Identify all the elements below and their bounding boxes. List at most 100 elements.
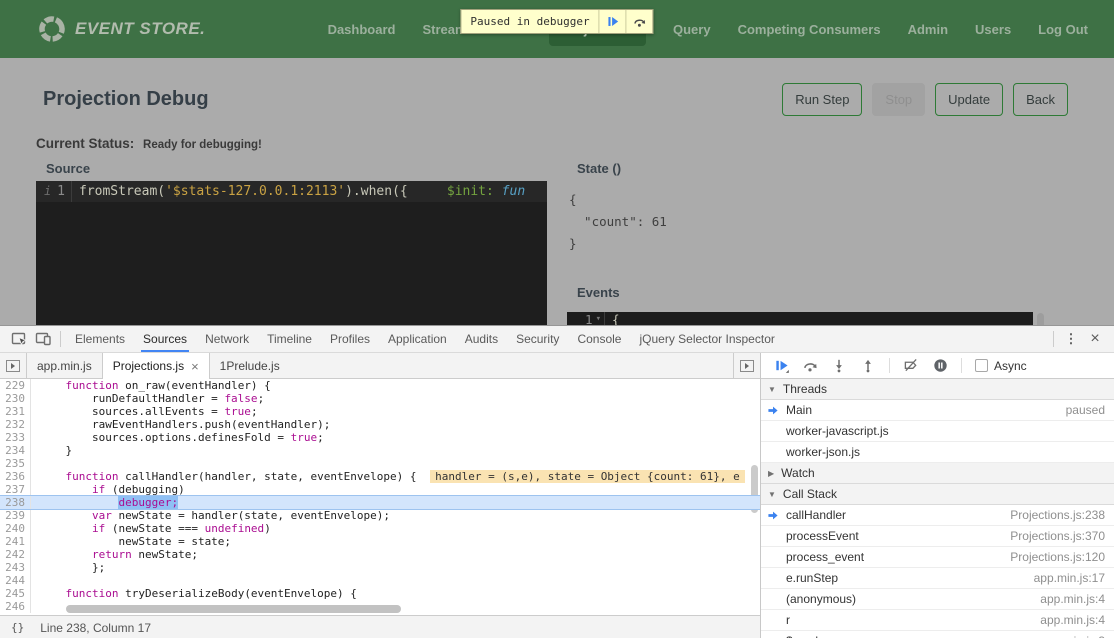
step-over-icon[interactable] xyxy=(802,358,818,374)
code-text: runDefaultHandler = false; xyxy=(31,392,760,405)
line-number[interactable]: 235 xyxy=(0,457,31,470)
code-text: debugger; xyxy=(31,496,760,509)
call-frame-process-event[interactable]: process_eventProjections.js:120 xyxy=(761,547,1114,568)
event-store-logo-icon xyxy=(38,15,66,43)
tab-security[interactable]: Security xyxy=(507,326,568,352)
line-number[interactable]: 229 xyxy=(0,379,31,392)
events-line-number-text: 1 xyxy=(585,312,593,325)
device-toolbar-icon[interactable] xyxy=(31,328,55,350)
deactivate-breakpoints-icon[interactable] xyxy=(903,358,919,374)
async-checkbox[interactable] xyxy=(975,359,988,372)
run-step-button[interactable]: Run Step xyxy=(782,83,862,116)
code-token: var xyxy=(92,509,112,522)
line-number[interactable]: 230 xyxy=(0,392,31,405)
line-number[interactable]: 245 xyxy=(0,587,31,600)
line-number[interactable]: 236 xyxy=(0,470,31,483)
code-text: sources.options.definesFold = true; xyxy=(31,431,760,444)
file-tabs: app.min.js Projections.js×1Prelude.js xyxy=(27,353,290,378)
tab-sources[interactable]: Sources xyxy=(134,326,196,352)
call-frame-each[interactable]: $.eachapp.min.js:3 xyxy=(761,631,1114,638)
code-token: function xyxy=(66,470,119,483)
file-tab-projections-js[interactable]: Projections.js× xyxy=(102,353,210,379)
thread-worker-json-js[interactable]: worker-json.js xyxy=(761,442,1114,463)
watch-section-header[interactable]: ▶ Watch xyxy=(761,463,1114,484)
frame-function: r xyxy=(786,613,1036,627)
code-token: callHandler(handler, state, eventEnvelop… xyxy=(118,470,423,483)
tab-profiles[interactable]: Profiles xyxy=(321,326,379,352)
toolbar-divider xyxy=(889,358,890,373)
nav-item-query[interactable]: Query xyxy=(673,22,711,37)
call-frame-callhandler[interactable]: callHandlerProjections.js:238 xyxy=(761,505,1114,526)
nav-item-competing-consumers[interactable]: Competing Consumers xyxy=(738,22,881,37)
tab-timeline[interactable]: Timeline xyxy=(258,326,321,352)
pause-on-exceptions-icon[interactable] xyxy=(932,358,948,374)
nav-item-admin[interactable]: Admin xyxy=(908,22,948,37)
thread-main[interactable]: Mainpaused xyxy=(761,400,1114,421)
pretty-print-icon[interactable]: {} xyxy=(11,621,24,634)
devtools-menu-icon[interactable]: ⋮ xyxy=(1059,328,1083,350)
step-into-icon[interactable] xyxy=(831,358,847,374)
debugger-sidebar-toggle-icon[interactable] xyxy=(733,353,760,378)
file-tab-1prelude-js[interactable]: 1Prelude.js xyxy=(210,353,290,378)
line-number[interactable]: 231 xyxy=(0,405,31,418)
close-tab-icon[interactable]: × xyxy=(191,360,199,373)
code-token: fromStream( xyxy=(79,184,165,199)
tab-elements[interactable]: Elements xyxy=(66,326,134,352)
tab-audits[interactable]: Audits xyxy=(456,326,507,352)
events-editor[interactable]: 1▾{2 "correlationId": "06302702-9027-446… xyxy=(567,312,1033,325)
code-token xyxy=(39,587,66,600)
code-line-241: 241 newState = state; xyxy=(0,535,760,548)
banner-step-over-icon[interactable] xyxy=(626,10,653,33)
step-out-icon[interactable] xyxy=(860,358,876,374)
horizontal-scrollbar[interactable] xyxy=(66,605,401,613)
line-number[interactable]: 241 xyxy=(0,535,31,548)
inspect-element-icon[interactable] xyxy=(7,328,31,350)
line-number[interactable]: 244 xyxy=(0,574,31,587)
code-token: true xyxy=(224,405,251,418)
line-number[interactable]: 242 xyxy=(0,548,31,561)
file-tab-app-min-js[interactable]: app.min.js xyxy=(27,353,102,378)
browser-page: EVENT STORE. DashboardStream BrowserProj… xyxy=(0,0,1114,325)
nav-item-log-out[interactable]: Log Out xyxy=(1038,22,1088,37)
callstack-section-header[interactable]: ▼ Call Stack xyxy=(761,484,1114,505)
code-line-230: 230 runDefaultHandler = false; xyxy=(0,392,760,405)
events-scrollbar[interactable] xyxy=(1037,313,1044,325)
line-number[interactable]: 239 xyxy=(0,509,31,522)
call-frame-anonymous[interactable]: (anonymous)app.min.js:4 xyxy=(761,589,1114,610)
call-frame-e-runstep[interactable]: e.runStepapp.min.js:17 xyxy=(761,568,1114,589)
tab-application[interactable]: Application xyxy=(379,326,456,352)
line-number[interactable]: 233 xyxy=(0,431,31,444)
line-number[interactable]: 238 xyxy=(0,496,31,509)
file-tab-label: app.min.js xyxy=(37,359,92,373)
status-label: Current Status: xyxy=(36,136,134,151)
line-number[interactable]: 234 xyxy=(0,444,31,457)
banner-resume-icon[interactable] xyxy=(599,10,626,33)
events-line-number[interactable]: 1▾ xyxy=(567,312,605,325)
navigator-toggle-icon[interactable] xyxy=(0,353,27,378)
line-number[interactable]: 232 xyxy=(0,418,31,431)
nav-item-dashboard[interactable]: Dashboard xyxy=(328,22,396,37)
thread-worker-javascript-js[interactable]: worker-javascript.js xyxy=(761,421,1114,442)
source-editor[interactable]: i 1 fromStream('$stats-127.0.0.1:2113').… xyxy=(36,181,547,325)
line-number[interactable]: 246 xyxy=(0,600,31,613)
call-frame-r[interactable]: rapp.min.js:4 xyxy=(761,610,1114,631)
frame-function: (anonymous) xyxy=(786,592,1036,606)
threads-section-header[interactable]: ▼ Threads xyxy=(761,379,1114,400)
line-number[interactable]: 240 xyxy=(0,522,31,535)
tab-jquery-selector-inspector[interactable]: jQuery Selector Inspector xyxy=(630,326,783,352)
resume-icon[interactable] xyxy=(773,358,789,374)
tab-network[interactable]: Network xyxy=(196,326,258,352)
code-editor[interactable]: 229 function on_raw(eventHandler) {230 r… xyxy=(0,379,760,615)
update-button[interactable]: Update xyxy=(935,83,1003,116)
nav-item-users[interactable]: Users xyxy=(975,22,1011,37)
tab-console[interactable]: Console xyxy=(568,326,630,352)
back-button[interactable]: Back xyxy=(1013,83,1068,116)
devtools-close-icon[interactable]: × xyxy=(1083,328,1107,350)
fold-icon[interactable]: ▾ xyxy=(596,312,601,325)
brand-link[interactable]: EVENT STORE. xyxy=(38,15,205,43)
line-number[interactable]: 243 xyxy=(0,561,31,574)
sources-editor-pane: app.min.js Projections.js×1Prelude.js 229… xyxy=(0,353,761,638)
cursor-position: Line 238, Column 17 xyxy=(40,621,151,635)
code-token: tryDeserializeBody(eventEnvelope) { xyxy=(118,587,356,600)
call-frame-processevent[interactable]: processEventProjections.js:370 xyxy=(761,526,1114,547)
